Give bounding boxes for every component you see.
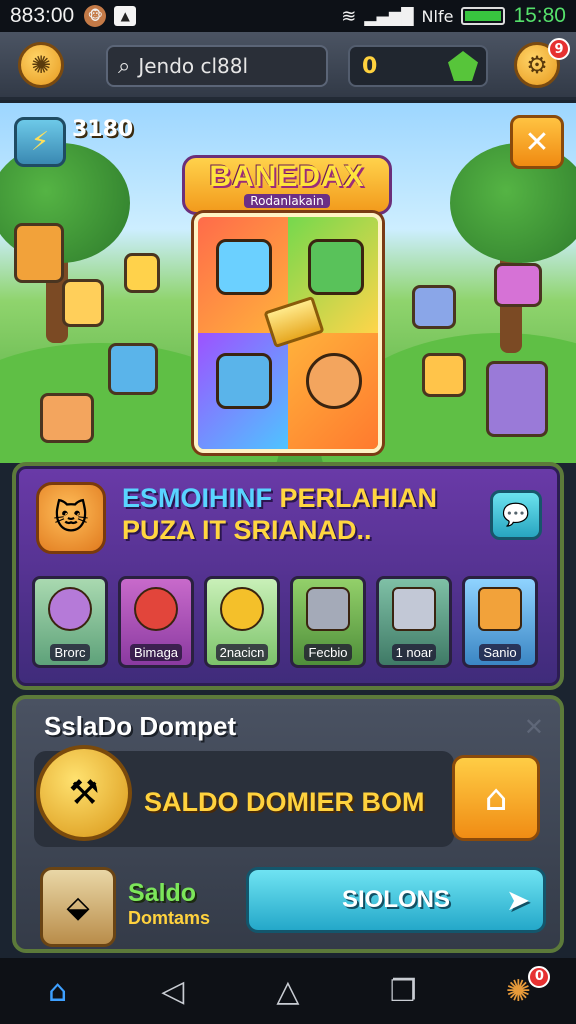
solons-button[interactable]: SIOLONS ➤ [246, 867, 546, 933]
robot-toy [62, 279, 104, 327]
list-item[interactable]: Fecbio [290, 576, 366, 668]
car-toy-icon [216, 353, 272, 409]
score-value: 3180 [72, 117, 134, 142]
wallet-small-line2: Domtams [128, 908, 211, 928]
currency-box[interactable]: 0 [348, 45, 488, 87]
list-item[interactable]: 2nacicn [204, 576, 280, 668]
list-item[interactable]: Brorc [32, 576, 108, 668]
nav-back-icon[interactable]: ◁ [143, 974, 203, 1009]
nav-profile-icon[interactable]: ✺ 0 [488, 965, 551, 1009]
arrow-right-icon: ➤ [507, 884, 529, 915]
chat-bubble-icon: 💬 [502, 502, 530, 528]
item-label: Fecbio [304, 644, 352, 661]
item-label: 2nacicn [215, 644, 269, 661]
search-bar[interactable]: ⌕ Jendo cl88l [106, 45, 328, 87]
signal-icon: ▂▄▆█ [364, 6, 414, 26]
card-quadrant [288, 333, 378, 449]
top-bar: ✺ ⌕ Jendo cl88l 0 ⚙ 9 [0, 32, 576, 100]
car-toy [108, 343, 158, 395]
close-icon: ✕ [524, 124, 550, 160]
app-notification-icon: 🐵 [84, 5, 107, 27]
treasure-crate-icon [478, 587, 522, 631]
chat-button[interactable]: 💬 [490, 490, 542, 540]
item-label: Bimaga [129, 644, 183, 661]
wallet-small-label: Saldo Domtams [128, 879, 210, 929]
navigation-bar: ⌂ ◁ △ ❐ ✺ 0 [0, 958, 576, 1024]
item-label: Brorc [50, 644, 90, 661]
card-quadrant [198, 333, 288, 449]
puzzle-title-line2: PUZA IT SRIANAD.. [122, 515, 372, 545]
robot-toy-icon [216, 239, 272, 295]
robot-toy [494, 263, 542, 307]
red-hair-character-icon [134, 587, 178, 631]
lightning-button[interactable]: ⚡ [14, 117, 66, 167]
gem-device-icon: ⬙ [40, 867, 116, 947]
status-right: ≋ ▂▄▆█ Nlfe 15:80 [341, 4, 566, 28]
wallet-medal-icon: ⚒ [36, 745, 132, 841]
robot-toy [124, 253, 160, 293]
nav-badge: 0 [528, 965, 551, 988]
list-item[interactable]: Sanio [462, 576, 538, 668]
gold-coin-icon [220, 587, 264, 631]
wallet-balance-label: SALDO DOMIER BOM [144, 787, 425, 817]
wifi-icon: ≋ [341, 5, 357, 27]
banner-subtitle: Rodanlakain [244, 194, 330, 208]
search-icon: ⌕ [118, 53, 131, 79]
item-label: Sanio [479, 644, 521, 661]
machine-part-icon [306, 587, 350, 631]
gear-icon: ⚙ [526, 51, 548, 79]
coin-count: 0 [362, 53, 378, 79]
game-scene: ⚡ 3180 ✕ BANEDAX Rodanlakain [0, 103, 576, 463]
wallet-small-line1: Saldo [128, 879, 197, 907]
gear-icon: ✺ [505, 973, 531, 1009]
close-button[interactable]: ✕ [510, 115, 564, 169]
status-time: 883:00 [10, 4, 75, 27]
wallet-close-icon[interactable]: ✕ [524, 713, 544, 741]
robot-toy-icon [308, 239, 364, 295]
robot-toy [14, 223, 64, 283]
status-clock: 15:80 [513, 4, 566, 27]
list-item[interactable]: 1 noar [376, 576, 452, 668]
nav-home-icon[interactable]: ⌂ [28, 974, 88, 1009]
house-icon: ⌂ [484, 777, 508, 819]
network-label: Nlfe [421, 6, 454, 26]
puzzle-title-part-a: ESMOIHINF [122, 483, 273, 513]
item-list: Brorc Bimaga 2nacicn Fecbio 1 noar Sanio [32, 576, 552, 672]
item-label: 1 noar [391, 644, 437, 661]
wallet-title: SslaDo Dompet [44, 711, 237, 741]
wallet-home-button[interactable]: ⌂ [452, 755, 540, 841]
puzzle-title: ESMOIHINF PERLAHIAN PUZA IT SRIANAD.. [122, 482, 437, 546]
robot-toy [412, 285, 456, 329]
nav-recents-icon[interactable]: ❐ [373, 974, 433, 1009]
wizard-character-icon [48, 587, 92, 631]
character-toy [486, 361, 548, 437]
cat-mascot-icon: 🐱 [36, 482, 106, 554]
nav-home-system-icon[interactable]: △ [258, 974, 318, 1009]
event-banner: BANEDAX Rodanlakain [182, 155, 392, 215]
gem-icon [448, 51, 478, 81]
puzzle-panel: 🐱 ESMOIHINF PERLAHIAN PUZA IT SRIANAD.. … [12, 462, 564, 690]
status-bar: 883:00 🐵 ▲ ≋ ▂▄▆█ Nlfe 15:80 [0, 0, 576, 32]
robot-toy [40, 393, 94, 443]
robot-toy [422, 353, 466, 397]
solons-label: SIOLONS [341, 886, 450, 913]
lightning-icon: ⚡ [30, 127, 50, 157]
wallet-panel: SslaDo Dompet ✕ ⚒ SALDO DOMIER BOM ⌂ ⬙ S… [12, 695, 564, 953]
gear-profile-icon: ✺ [30, 51, 52, 79]
puzzle-title-part-b: PERLAHIAN [279, 483, 438, 513]
gallery-notification-icon: ▲ [114, 6, 137, 26]
battery-icon [461, 7, 506, 25]
character-toy-icon [306, 353, 362, 409]
search-text: Jendo cl88l [138, 54, 249, 78]
settings-badge: 9 [548, 38, 570, 60]
metal-block-icon [392, 587, 436, 631]
profile-button[interactable]: ✺ [18, 42, 64, 88]
list-item[interactable]: Bimaga [118, 576, 194, 668]
banner-title: BANEDAX [209, 160, 365, 193]
